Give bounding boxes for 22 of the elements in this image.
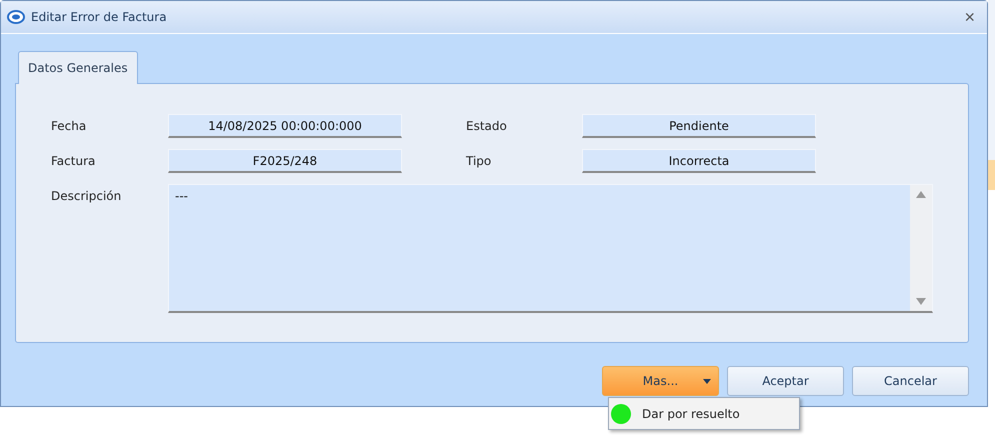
app-logo-icon <box>7 9 25 25</box>
scroll-up-icon[interactable] <box>916 191 926 198</box>
text-area[interactable]: --- <box>168 184 933 313</box>
field-label: Descripción <box>51 188 122 205</box>
more-button[interactable]: Mas... <box>602 366 719 396</box>
field-label: Fecha <box>51 119 88 133</box>
dialog-button[interactable]: Cancelar <box>852 366 969 396</box>
field-label: Tipo <box>465 154 492 168</box>
caret-icon <box>703 379 711 384</box>
scroll-down-icon[interactable] <box>916 298 926 305</box>
menu-item[interactable]: Dar por resuelto <box>609 398 799 429</box>
close-button[interactable]: × <box>960 6 979 28</box>
field-label: Estado <box>465 119 508 133</box>
window-title: Editar Error de Factura <box>31 10 168 24</box>
tab[interactable]: Datos Generales <box>18 51 138 84</box>
dialog-button[interactable]: Aceptar <box>727 366 844 396</box>
scrollbar[interactable] <box>910 185 932 311</box>
field-label: Factura <box>51 154 96 168</box>
input-field[interactable]: Pendiente <box>582 114 816 138</box>
input-field[interactable]: Incorrecta <box>582 149 816 173</box>
input-field[interactable]: 14/08/2025 00:00:00:000 <box>168 114 402 138</box>
input-field[interactable]: F2025/248 <box>168 149 402 173</box>
